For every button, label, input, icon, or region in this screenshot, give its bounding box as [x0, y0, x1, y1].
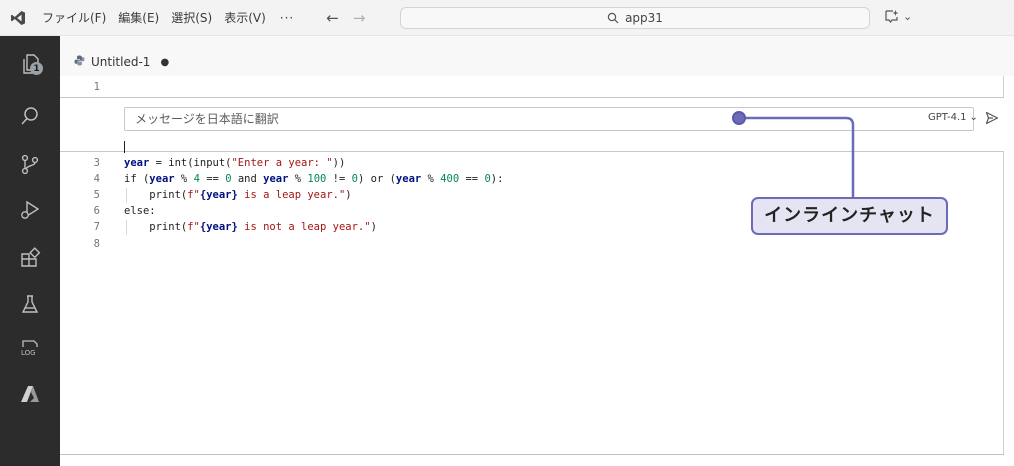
editor-bottom-edge	[60, 454, 1004, 455]
testing-flask-icon[interactable]	[18, 292, 42, 316]
menu-view[interactable]: 表示(V)	[218, 0, 272, 36]
forward-arrow-icon[interactable]: →	[353, 9, 366, 27]
command-center-search[interactable]: app31	[400, 7, 870, 29]
code-text: if (year % 4 == 0 and year % 100 != 0) o…	[124, 173, 504, 185]
line-number: 6	[93, 205, 100, 217]
explorer-icon[interactable]: 1	[18, 52, 43, 76]
extensions-icon[interactable]	[18, 246, 42, 270]
code-text: else:	[124, 205, 156, 217]
vscode-logo-icon	[0, 0, 36, 36]
inline-chat-widget: GPT-4.1 ⌄	[60, 97, 1004, 153]
editor-tab-bar: Untitled-1 ●	[60, 36, 1014, 76]
search-icon[interactable]	[18, 104, 42, 128]
line-number: 5	[93, 189, 100, 201]
activity-bar: 1 LOG	[0, 36, 60, 466]
send-icon[interactable]	[985, 111, 999, 125]
callout-label: インラインチャット	[751, 197, 948, 235]
menu-bar: ファイル(F) 編集(E) 選択(S) 表示(V) ···	[36, 0, 302, 36]
inline-chat-input[interactable]	[124, 107, 974, 131]
back-arrow-icon[interactable]: ←	[326, 9, 339, 27]
tab-title: Untitled-1	[91, 55, 151, 69]
chevron-down-icon: ⌄	[969, 112, 978, 123]
unsaved-dot-icon[interactable]: ●	[160, 57, 169, 68]
menu-selection[interactable]: 選択(S)	[165, 0, 218, 36]
code-line: 3 year = int(input("Enter a year: "))	[60, 156, 1003, 171]
line-number: 3	[93, 157, 100, 169]
code-text: print(f"{year} is a leap year.")	[124, 189, 352, 201]
menu-file[interactable]: ファイル(F)	[36, 0, 112, 36]
code-text: year = int(input("Enter a year: "))	[124, 157, 346, 169]
code-line: 4 if (year % 4 == 0 and year % 100 != 0)…	[60, 172, 1003, 187]
menu-edit[interactable]: 編集(E)	[112, 0, 165, 36]
text-cursor	[124, 141, 125, 153]
line-number: 1	[93, 81, 100, 93]
log-output-icon[interactable]: LOG	[18, 336, 42, 360]
search-icon	[607, 12, 619, 24]
code-line: 8	[60, 237, 1003, 252]
line-number: 8	[93, 238, 100, 250]
line-number: 7	[93, 221, 100, 233]
menu-more-button[interactable]: ···	[272, 0, 302, 36]
chevron-down-icon: ⌄	[903, 9, 913, 23]
tab-untitled-1[interactable]: Untitled-1 ●	[68, 48, 175, 76]
python-file-icon	[74, 55, 85, 69]
source-control-icon[interactable]	[18, 152, 42, 176]
callout-dot	[732, 111, 746, 125]
navigation-arrows: ← →	[326, 9, 365, 27]
line-number: 4	[93, 173, 100, 185]
model-name: GPT-4.1	[928, 112, 967, 123]
explorer-badge: 1	[30, 62, 43, 75]
model-picker[interactable]: GPT-4.1 ⌄	[928, 112, 978, 123]
code-line: 1	[60, 80, 1003, 95]
run-debug-icon[interactable]	[18, 198, 42, 222]
copilot-sparkle-icon	[885, 10, 899, 23]
command-center-text: app31	[625, 11, 663, 25]
copilot-menu-button[interactable]: ⌄	[884, 9, 912, 23]
code-text: print(f"{year} is not a leap year.")	[124, 221, 377, 233]
azure-icon[interactable]	[18, 382, 42, 406]
title-bar: ファイル(F) 編集(E) 選択(S) 表示(V) ··· ← → app31 …	[0, 0, 1014, 36]
log-label: LOG	[21, 349, 36, 357]
